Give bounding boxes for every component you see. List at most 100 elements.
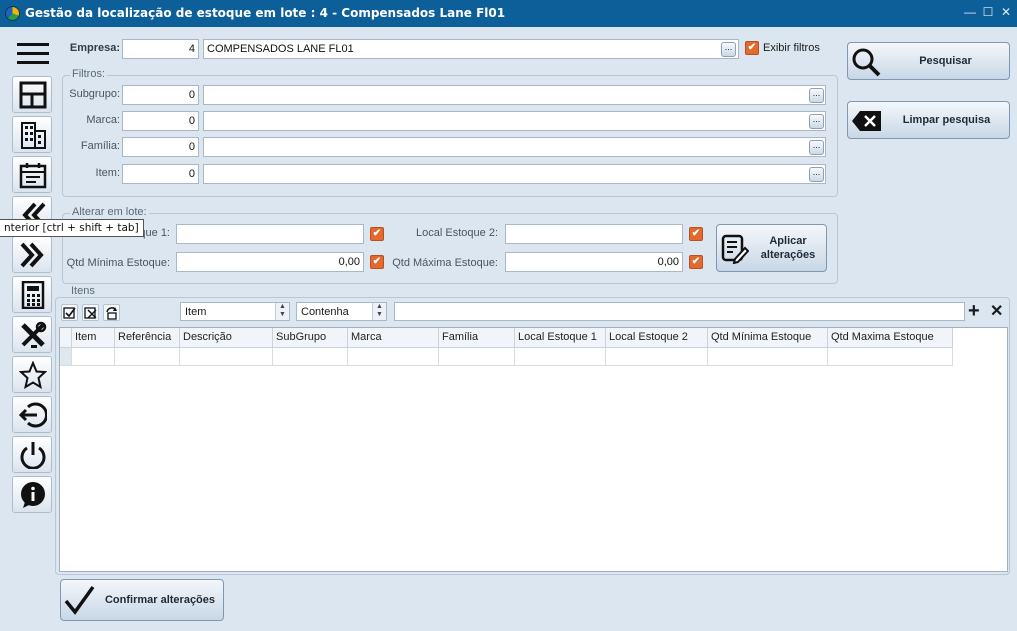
family-desc-input[interactable]: [203, 137, 826, 157]
table-cell[interactable]: [273, 348, 348, 366]
refresh-grid-button[interactable]: [103, 304, 120, 321]
sidebar-tools-button[interactable]: [12, 316, 52, 353]
qtd-max-input[interactable]: 0,00: [505, 252, 683, 272]
minimize-button[interactable]: —: [962, 4, 978, 20]
family-lookup-button[interactable]: ...: [809, 140, 824, 155]
field-select-spinner-icon[interactable]: ▲ ▼: [275, 303, 289, 320]
row-indicator[interactable]: [60, 348, 72, 366]
table-cell[interactable]: [828, 348, 953, 366]
sidebar-info-button[interactable]: [12, 476, 52, 513]
table-cell[interactable]: [72, 348, 115, 366]
search-button-label: Pesquisar: [919, 55, 972, 67]
column-header-local-stock-2[interactable]: Local Estoque 2: [606, 328, 708, 348]
navigation-tooltip: nterior [ctrl + shift + tab]: [0, 219, 144, 237]
uncheck-all-icon: [84, 307, 97, 319]
batch-edit-group-title: Alterar em lote:: [70, 206, 149, 218]
title-bar: Gestão da localização de estoque em lote…: [0, 0, 1017, 27]
window-title: Gestão da localização de estoque em lote…: [25, 6, 506, 20]
table-cell[interactable]: [708, 348, 828, 366]
item-desc-input[interactable]: [203, 164, 826, 184]
items-group-title: Itens: [69, 285, 97, 297]
operator-select-spinner-icon[interactable]: ▲ ▼: [372, 303, 386, 320]
column-header-family[interactable]: Família: [439, 328, 515, 348]
brand-desc-input[interactable]: [203, 111, 826, 131]
apply-changes-button[interactable]: Aplicar alterações: [716, 224, 827, 272]
table-cell[interactable]: [515, 348, 606, 366]
empresa-lookup-button[interactable]: ...: [721, 42, 736, 57]
check-all-button[interactable]: [61, 304, 78, 321]
family-code-input[interactable]: 0: [122, 137, 199, 157]
search-icon: [852, 48, 881, 77]
subgroup-lookup-button[interactable]: ...: [809, 88, 824, 103]
column-header-brand[interactable]: Marca: [348, 328, 439, 348]
clear-search-label: Limpar pesquisa: [902, 114, 991, 126]
qtd-max-label: Qtd Máxima Estoque:: [392, 257, 498, 269]
row-indicator-header: [60, 328, 72, 348]
backspace-icon: [852, 111, 881, 131]
table-cell[interactable]: [439, 348, 515, 366]
subgroup-code-input[interactable]: 0: [122, 85, 199, 105]
menu-button[interactable]: [12, 36, 52, 70]
confirm-changes-button[interactable]: Confirmar alterações: [60, 579, 224, 621]
table-cell[interactable]: [606, 348, 708, 366]
sidebar-calculator-button[interactable]: [12, 276, 52, 313]
sidebar-company-button[interactable]: [12, 116, 52, 153]
grid-search-input[interactable]: [394, 302, 965, 321]
logout-icon: [19, 402, 47, 428]
column-header-reference[interactable]: Referência: [115, 328, 180, 348]
qtd-min-label: Qtd Mínima Estoque:: [66, 257, 170, 269]
sidebar-calendar-button[interactable]: [12, 156, 52, 193]
items-grid[interactable]: Item Referência Descrição SubGrupo Marca…: [59, 327, 1008, 572]
column-header-subgroup[interactable]: SubGrupo: [273, 328, 348, 348]
qtd-max-checkbox[interactable]: ✔: [689, 255, 703, 269]
close-window-button[interactable]: ✕: [998, 4, 1014, 20]
qtd-min-input[interactable]: 0,00: [176, 252, 364, 272]
operator-select[interactable]: Contenha ▲ ▼: [296, 302, 387, 321]
uncheck-all-button[interactable]: [82, 304, 99, 321]
apply-changes-label-1: Aplicar: [769, 235, 807, 247]
checkmark-icon: [64, 585, 95, 615]
check-all-icon: [63, 307, 76, 319]
tools-icon: [21, 321, 47, 348]
local-stock-2-input[interactable]: [505, 224, 683, 244]
column-header-qtd-max[interactable]: Qtd Maxima Estoque: [828, 328, 953, 348]
item-lookup-button[interactable]: ...: [809, 167, 824, 182]
sidebar-exit-button[interactable]: [12, 396, 52, 433]
menu-icon: [17, 43, 49, 64]
column-header-item[interactable]: Item: [72, 328, 115, 348]
sidebar-layout-button[interactable]: [12, 76, 52, 113]
clear-search-button[interactable]: Limpar pesquisa: [847, 101, 1010, 139]
remove-filter-button[interactable]: ✕: [990, 302, 1003, 322]
empresa-label: Empresa:: [69, 42, 120, 54]
brand-code-input[interactable]: 0: [122, 111, 199, 131]
table-cell[interactable]: [115, 348, 180, 366]
sidebar-next-button[interactable]: [12, 236, 52, 273]
subgroup-desc-input[interactable]: [203, 85, 826, 105]
column-header-local-stock-1[interactable]: Local Estoque 1: [515, 328, 606, 348]
local-stock-1-input[interactable]: [176, 224, 364, 244]
brand-lookup-button[interactable]: ...: [809, 114, 824, 129]
local-stock-2-label: Local Estoque 2:: [416, 227, 498, 239]
show-filters-checkbox[interactable]: ✔: [745, 41, 759, 55]
add-filter-button[interactable]: +: [968, 300, 980, 322]
column-header-qtd-min[interactable]: Qtd Mínima Estoque: [708, 328, 828, 348]
item-label: Item:: [95, 167, 120, 179]
edit-document-icon: [721, 234, 749, 264]
field-select[interactable]: Item ▲ ▼: [180, 302, 290, 321]
subgroup-label: Subgrupo:: [69, 88, 120, 100]
sidebar-favorites-button[interactable]: [12, 356, 52, 393]
column-header-description[interactable]: Descrição: [180, 328, 273, 348]
item-code-input[interactable]: 0: [122, 164, 199, 184]
empresa-code-input[interactable]: 4: [122, 39, 199, 59]
table-cell[interactable]: [180, 348, 273, 366]
power-icon: [20, 442, 46, 469]
app-logo-icon: [5, 6, 20, 21]
local-stock-2-checkbox[interactable]: ✔: [689, 227, 703, 241]
empresa-name-input[interactable]: COMPENSADOS LANE FL01: [203, 39, 739, 59]
table-cell[interactable]: [348, 348, 439, 366]
maximize-button[interactable]: ☐: [980, 4, 996, 20]
sidebar-power-button[interactable]: [12, 436, 52, 473]
family-label: Família:: [80, 140, 120, 152]
calendar-icon: [19, 163, 47, 189]
search-button[interactable]: Pesquisar: [847, 42, 1010, 80]
